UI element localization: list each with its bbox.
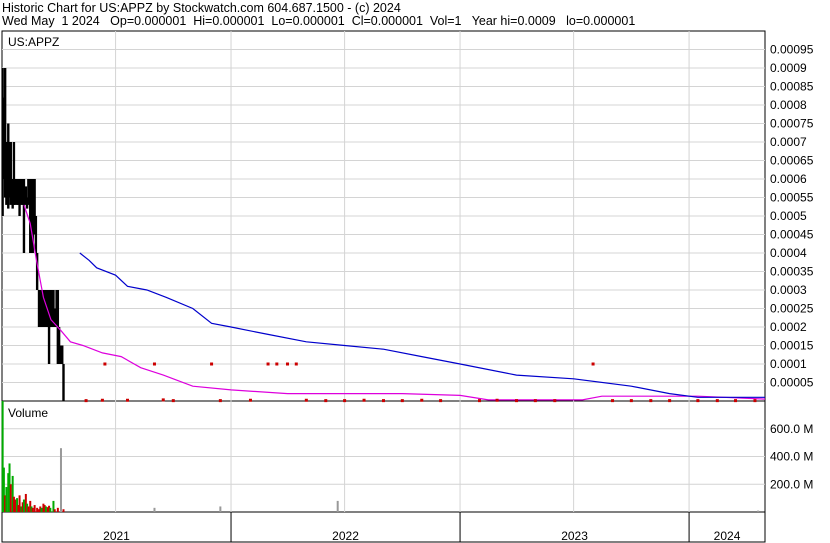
volume-tick-label: 600.0 M [770, 422, 813, 436]
price-tick-label: 0.00005 [770, 376, 814, 390]
volume-bar [757, 510, 760, 512]
volume-tick-label: 200.0 M [770, 477, 813, 491]
volume-bar [40, 507, 43, 512]
price-tick-label: 0.00075 [770, 117, 814, 131]
trade-dot [629, 399, 633, 403]
trade-dot [152, 362, 156, 366]
year-label: 2022 [332, 529, 359, 543]
volume-bar [5, 487, 8, 512]
trade-dot [218, 399, 222, 403]
year-label: 2021 [103, 529, 130, 543]
volume-bar [336, 500, 339, 512]
trade-dot [515, 399, 519, 403]
volume-bar [44, 506, 47, 512]
trade-dot [591, 362, 595, 366]
volume-bar [33, 505, 36, 512]
trade-dot [420, 398, 424, 402]
price-tick-label: 0.0009 [770, 61, 807, 75]
price-tick-label: 0.00035 [770, 265, 814, 279]
price-tick-label: 0.0003 [770, 283, 807, 297]
trade-dot [266, 362, 270, 366]
volume-bar [219, 506, 222, 512]
price-bar [62, 364, 65, 401]
trade-dot [161, 398, 165, 402]
price-bar [61, 345, 64, 364]
volume-bar [27, 506, 30, 512]
price-tick-label: 0.00065 [770, 154, 814, 168]
trade-dot [210, 362, 214, 366]
volume-bar [36, 507, 39, 512]
price-tick-label: 0.00015 [770, 339, 814, 353]
volume-bar [153, 507, 156, 512]
trade-dot [400, 399, 404, 403]
trade-dot [343, 399, 347, 403]
price-tick-label: 0.00095 [770, 43, 814, 57]
price-tick-label: 0.0006 [770, 172, 807, 186]
price-tick-label: 0.00045 [770, 228, 814, 242]
trade-dot [611, 399, 615, 403]
stock-chart: 0.00005 0.0001 0.00015 0.0002 0.00025 0.0003 0… [1, 30, 814, 543]
trade-dot [84, 399, 88, 403]
volume-bar [62, 509, 65, 512]
trade-dot [248, 398, 252, 402]
price-tick-label: 0.0005 [770, 209, 807, 223]
trade-dot [495, 398, 499, 402]
trade-dot [382, 399, 385, 403]
volume-tick-label: 400.0 M [770, 450, 813, 464]
trade-dot [275, 362, 279, 366]
trade-dot [171, 399, 175, 403]
volume-bar [53, 509, 56, 512]
trade-dot [324, 399, 328, 403]
volume-bar [56, 507, 59, 512]
price-bar [34, 216, 38, 253]
price-tick-label: 0.00085 [770, 80, 814, 94]
trade-dot [362, 398, 366, 402]
trade-dot [125, 398, 129, 402]
price-tick-label: 0.0002 [770, 320, 807, 334]
trade-dot [553, 399, 557, 403]
trade-dot [294, 362, 298, 366]
trade-dot [696, 399, 700, 403]
volume-bar [31, 507, 34, 512]
volume-bar [49, 507, 52, 512]
volume-label: Volume [8, 406, 48, 420]
price-grid [2, 31, 765, 401]
volume-axis-labels: 200.0 M 400.0 M 600.0 M [770, 422, 813, 492]
volume-bar [59, 448, 62, 512]
trade-dot [533, 399, 537, 403]
volume-bar [9, 484, 12, 512]
trade-dot [734, 399, 738, 403]
price-tick-label: 0.0004 [770, 246, 807, 260]
trade-dot [103, 362, 107, 366]
volume-bar [22, 499, 25, 512]
year-label: 2023 [561, 529, 588, 543]
trade-dot [100, 398, 104, 402]
trade-dot [439, 399, 443, 403]
trade-dot [753, 399, 757, 403]
trade-dot [668, 399, 672, 403]
price-tick-label: 0.00055 [770, 191, 814, 205]
price-tick-label: 0.0008 [770, 98, 807, 112]
volume-bar [18, 495, 21, 512]
trade-dot [649, 399, 653, 403]
price-axis-labels: 0.00005 0.0001 0.00015 0.0002 0.00025 0.0003 0… [770, 43, 814, 390]
year-label: 2024 [714, 529, 741, 543]
trade-dot [304, 398, 308, 402]
price-tick-label: 0.0007 [770, 135, 807, 149]
symbol-label: US:APPZ [8, 35, 59, 49]
price-tick-label: 0.0001 [770, 357, 807, 371]
trade-dot [715, 399, 719, 403]
trade-dot [285, 362, 289, 366]
volume-bar [14, 499, 17, 512]
trade-dot [478, 399, 482, 403]
price-tick-label: 0.00025 [770, 302, 814, 316]
